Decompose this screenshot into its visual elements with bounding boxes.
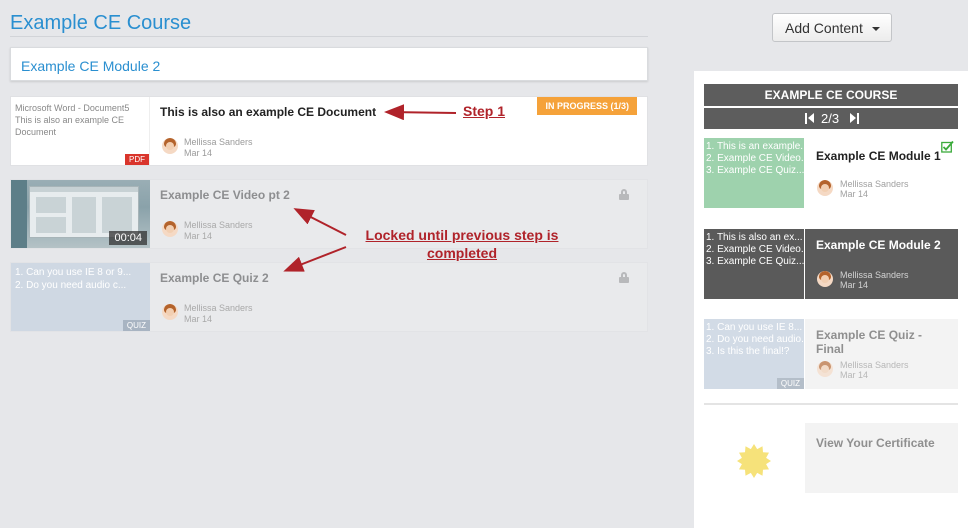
- author-avatar: [817, 271, 833, 287]
- quiz-thumbnail: 1. Can you use IE 8... 2. Do you need au…: [704, 319, 804, 389]
- quiz-preview-text: 1. Can you use IE 8... 2. Do you need au…: [706, 322, 804, 357]
- module-info: Example CE Module 2 Mellissa Sanders Mar…: [805, 229, 958, 299]
- sidebar-item-meta: Mellissa Sanders Mar 14: [840, 179, 909, 199]
- item-date: Mar 14: [840, 189, 869, 199]
- author-avatar: [817, 361, 833, 377]
- arrow-step1: [384, 104, 457, 121]
- next-module-icon[interactable]: [850, 113, 859, 124]
- annotation-locked: Locked until previous step is completed: [365, 227, 559, 261]
- sidebar-item-title: View Your Certificate: [816, 436, 935, 450]
- sidebar-course-title: EXAMPLE CE COURSE: [704, 84, 958, 106]
- certificate-seal-icon: [737, 444, 771, 478]
- certificate-thumbnail: [704, 423, 804, 493]
- sidebar-item-module-2[interactable]: 1. This is also an ex... 2. Example CE V…: [704, 229, 958, 299]
- quiz-info: Example CE Quiz - Final Mellissa Sanders…: [805, 319, 958, 389]
- author-avatar: [817, 180, 833, 196]
- author-name: Mellissa Sanders: [840, 179, 909, 189]
- sidebar-item-quiz-final: 1. Can you use IE 8... 2. Do you need au…: [704, 319, 958, 389]
- sidebar-item-meta: Mellissa Sanders Mar 14: [840, 360, 909, 380]
- module-pager: 2/3: [704, 108, 958, 129]
- sidebar-item-title: Example CE Module 1: [816, 149, 941, 163]
- module-thumbnail: 1. This is also an ex... 2. Example CE V…: [704, 229, 804, 299]
- module-info: Example CE Module 1 Mellissa Sanders Mar…: [805, 138, 958, 208]
- sidebar-item-module-1[interactable]: 1. This is an example... 2. Example CE V…: [704, 138, 958, 208]
- caret-down-icon: [872, 27, 880, 31]
- sidebar-item-meta: Mellissa Sanders Mar 14: [840, 270, 909, 290]
- quiz-tag: QUIZ: [776, 378, 804, 389]
- add-content-button[interactable]: Add Content: [772, 13, 892, 42]
- sidebar-divider: [704, 403, 958, 405]
- item-date: Mar 14: [840, 280, 869, 290]
- sidebar-item-title: Example CE Module 2: [816, 238, 941, 252]
- sidebar-item-certificate: View Your Certificate: [704, 423, 958, 493]
- course-sidebar: EXAMPLE CE COURSE 2/3 1. This is an exam…: [694, 71, 968, 528]
- author-name: Mellissa Sanders: [840, 270, 909, 280]
- completed-check-icon: [941, 140, 954, 153]
- sidebar-item-title: Example CE Quiz - Final: [816, 328, 923, 356]
- annotation-step1: Step 1: [463, 103, 506, 119]
- author-name: Mellissa Sanders: [840, 360, 909, 370]
- module-preview-text: 1. This is also an ex... 2. Example CE V…: [706, 232, 804, 267]
- arrow-locked-quiz: [283, 246, 347, 272]
- certificate-info: View Your Certificate: [805, 423, 958, 493]
- add-content-label: Add Content: [785, 20, 863, 36]
- previous-module-icon[interactable]: [805, 113, 814, 124]
- item-date: Mar 14: [840, 370, 869, 380]
- module-preview-text: 1. This is an example... 2. Example CE V…: [706, 141, 804, 176]
- arrow-locked-video: [293, 208, 347, 236]
- pager-label: 2/3: [821, 111, 840, 126]
- module-thumbnail: 1. This is an example... 2. Example CE V…: [704, 138, 804, 208]
